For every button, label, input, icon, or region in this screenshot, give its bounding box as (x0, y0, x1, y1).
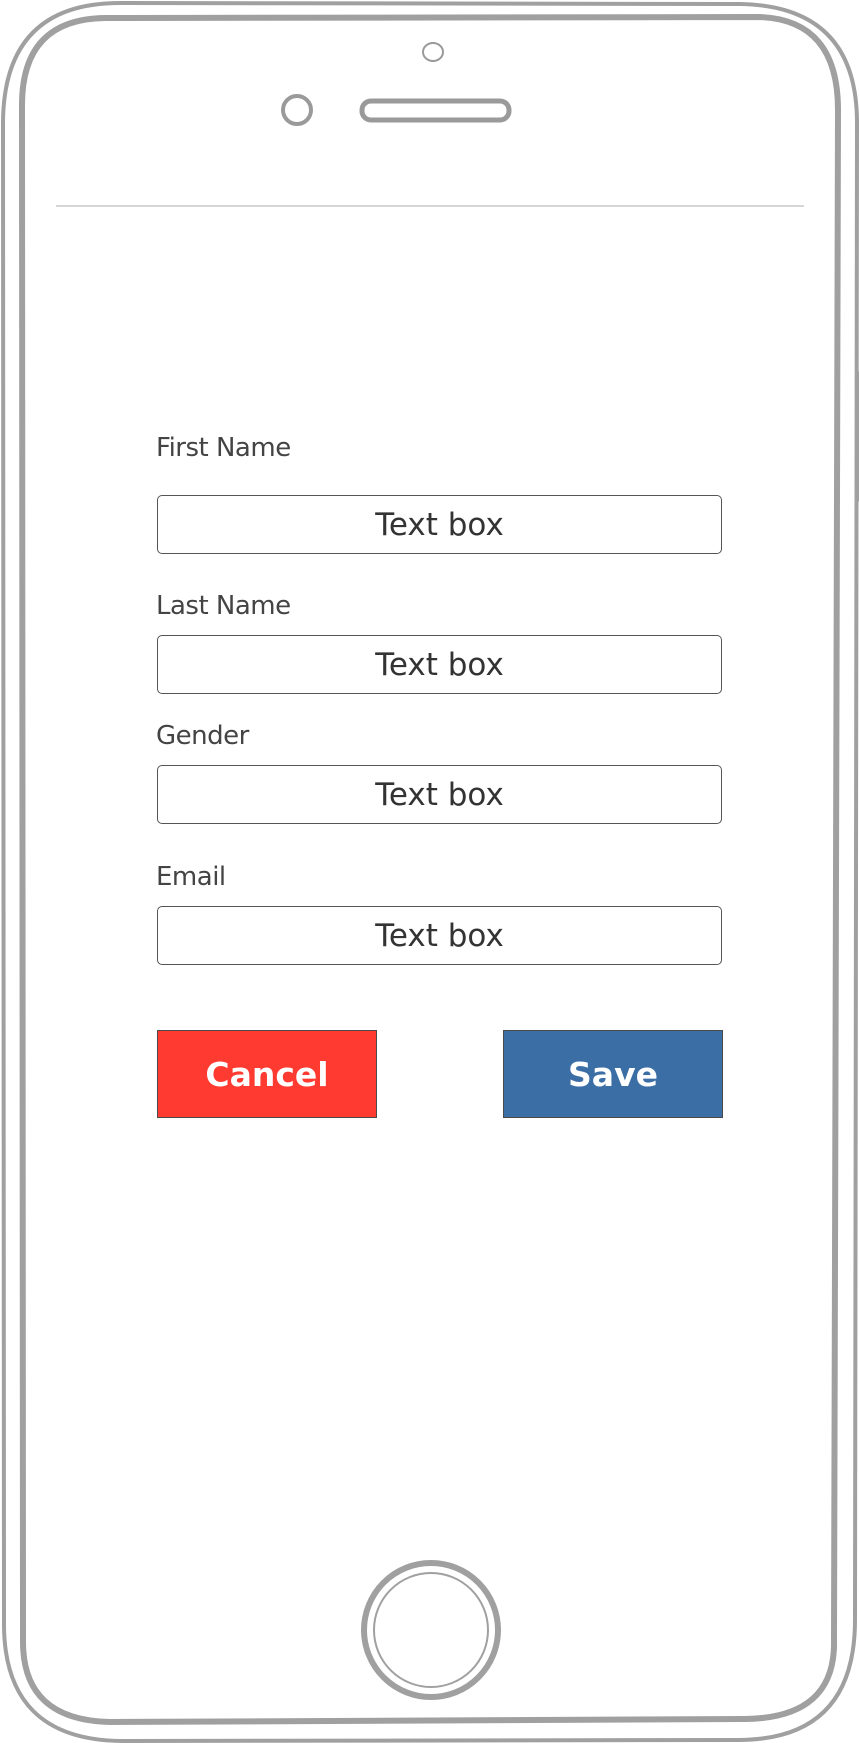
phone-frame (0, 0, 859, 1743)
email-input[interactable]: Text box (157, 906, 722, 965)
home-button (361, 1560, 501, 1700)
first-name-input[interactable]: Text box (157, 495, 722, 554)
phone-outer-outline (0, 0, 859, 1743)
home-button-inner-ring (373, 1572, 489, 1688)
sensor-icon (281, 94, 313, 126)
first-name-label: First Name (156, 433, 291, 463)
last-name-label: Last Name (156, 591, 291, 621)
gender-label: Gender (156, 721, 249, 751)
phone-inner-outline (18, 13, 842, 1726)
last-name-input[interactable]: Text box (157, 635, 722, 694)
cancel-button[interactable]: Cancel (157, 1030, 377, 1118)
save-button[interactable]: Save (503, 1030, 723, 1118)
email-label: Email (156, 862, 226, 892)
speaker-icon (359, 98, 512, 123)
front-camera-icon (422, 42, 444, 62)
gender-input[interactable]: Text box (157, 765, 722, 824)
